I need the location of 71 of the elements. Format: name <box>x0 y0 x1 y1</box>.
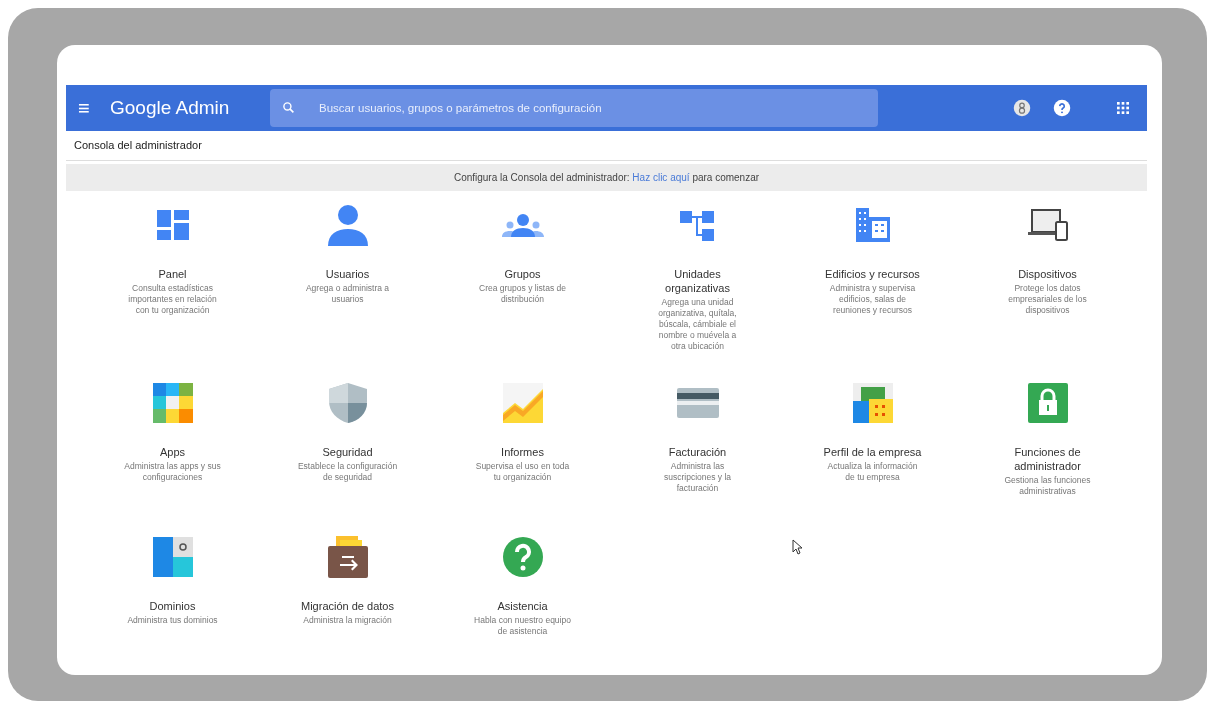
tile-title: Migración de datos <box>301 598 394 613</box>
dashboard-icon <box>156 209 189 240</box>
building-icon <box>855 207 890 242</box>
admin-tile[interactable]: Edificios y recursos Administra y supervisa edificios, salas de reuniones y recursos <box>785 200 960 379</box>
tile-title: Informes <box>501 444 544 459</box>
search-field[interactable]: Buscar usuarios, grupos o parámetros de configuración <box>270 89 878 127</box>
banner-text: para comenzar <box>692 171 760 183</box>
admin-tile[interactable]: Informes Supervisa el uso en toda tu organización <box>435 378 610 533</box>
banner-text: Configura la Consola del administrador: <box>453 171 630 183</box>
tile-description: Administra y supervisa edificios, salas de reuniones y recursos <box>828 282 917 316</box>
tile-title: Perfil de la empresa <box>823 444 922 459</box>
tile-title: Grupos <box>504 266 541 281</box>
tile-description: Consulta estadísticas importantes en relación con tu organización <box>127 282 218 316</box>
tile-description: Gestiona las funciones administrativas <box>1003 475 1092 498</box>
admin-tile[interactable]: Perfil de la empresa Actualiza la información de tu empresa <box>785 378 960 533</box>
lock-icon <box>1027 382 1068 423</box>
person-icon <box>326 203 369 246</box>
tile-description: Administra las apps y sus configuraciones <box>123 460 222 483</box>
tile-title: Funciones de administrador <box>1013 444 1082 474</box>
app-title: Google Admin <box>110 95 231 120</box>
menu-button[interactable]: ≡ <box>78 98 100 118</box>
admin-tile[interactable]: Dispositivos Protege los datos empresariales de los dispositivos <box>960 200 1135 379</box>
admin-tile[interactable]: Unidades organizativas Agrega una unidad organizativa, quítala, búscala, cámbiale el nombre o muévela a otra ubicación <box>610 200 785 379</box>
org-chart-icon <box>679 208 716 241</box>
colorful-grid-icon <box>152 382 193 423</box>
tile-description: Supervisa el uso en toda tu organización <box>474 460 571 483</box>
tile-description: Habla con nuestro equipo de asistencia <box>473 614 572 637</box>
tile-title: Apps <box>159 444 186 459</box>
tile-description: Agrega una unidad organizativa, quítala, búscala, cámbiale el nombre o muévela a otra ubicación <box>657 297 738 353</box>
setup-link[interactable]: Haz clic aquí <box>632 171 690 183</box>
admin-tile[interactable]: Grupos Crea grupos y listas de distribución <box>435 200 610 379</box>
breadcrumb: Consola del administrador <box>66 131 1147 161</box>
shield-icon <box>328 382 367 423</box>
help-icon[interactable] <box>1053 99 1071 117</box>
help-circle-icon <box>502 536 543 577</box>
file-box-icon <box>327 535 368 578</box>
tile-description: Crea grupos y listas de distribución <box>478 282 567 305</box>
tile-title: Usuarios <box>325 266 370 281</box>
admin-tile[interactable]: Panel Consulta estadísticas importantes en relación con tu organización <box>85 200 260 379</box>
tile-description: Administra las suscripciones y la facturación <box>662 460 733 494</box>
admin-tile[interactable]: Asistencia Habla con nuestro equipo de asistencia <box>435 532 610 655</box>
chart-icon <box>502 382 543 423</box>
tile-description: Agrega o administra a usuarios <box>304 282 391 305</box>
account-icon[interactable] <box>1013 99 1031 117</box>
devices-icon <box>1027 208 1068 241</box>
apps-grid-icon[interactable] <box>1115 100 1131 116</box>
tile-title: Panel <box>158 266 187 281</box>
admin-tile[interactable]: Migración de datos Administra la migración <box>260 532 435 655</box>
tile-title: Unidades organizativas <box>664 266 731 296</box>
tile-description: Protege los datos empresariales de los dispositivos <box>1007 282 1088 316</box>
admin-tile[interactable]: Facturación Administra las suscripciones y la facturación <box>610 378 785 533</box>
admin-tile[interactable]: Dominios Administra tus dominios <box>85 532 260 655</box>
admin-tile[interactable]: Apps Administra las apps y sus configuraciones <box>85 378 260 533</box>
tile-title: Asistencia <box>497 598 548 613</box>
credit-card-icon <box>676 387 719 418</box>
admin-tile[interactable]: Usuarios Agrega o administra a usuarios <box>260 200 435 379</box>
admin-tile[interactable]: Seguridad Establece la configuración de seguridad <box>260 378 435 533</box>
tile-description: Actualiza la información de tu empresa <box>826 460 919 483</box>
cursor-icon <box>792 539 803 555</box>
tile-description: Administra tus dominios <box>127 614 218 626</box>
tile-title: Dominios <box>149 598 196 613</box>
domains-icon <box>152 536 193 577</box>
tile-title: Seguridad <box>322 444 373 459</box>
tile-description: Establece la configuración de seguridad <box>297 460 398 483</box>
buildings-icon <box>852 382 893 423</box>
tile-title: Facturación <box>668 444 727 459</box>
tile-title: Edificios y recursos <box>825 266 920 281</box>
group-icon <box>501 212 544 237</box>
tile-description: Administra la migración <box>303 614 392 626</box>
admin-tile[interactable]: Funciones de administrador Gestiona las funciones administrativas <box>960 378 1135 533</box>
tile-title: Dispositivos <box>1018 266 1077 281</box>
